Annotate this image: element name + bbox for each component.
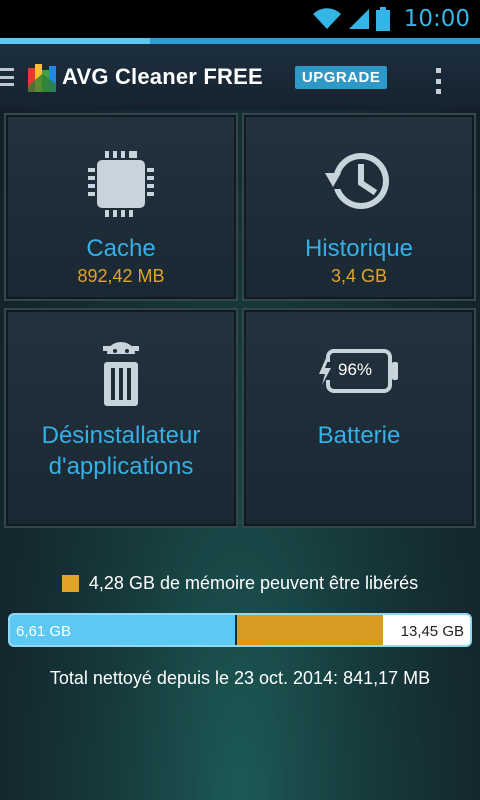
storage-legend: 4,28 GB de mémoire peuvent être libérés [0, 573, 480, 594]
storage-used-label: 6,61 GB [16, 623, 72, 640]
tile-history-value: 3,4 GB [330, 266, 388, 286]
tile-cache-label: Cache [86, 235, 156, 262]
action-bar: AVG Cleaner FREE UPGRADE [0, 38, 480, 110]
tile-uninstaller[interactable]: Désinstallateur d'applications [4, 308, 238, 528]
storage-bar: 6,61 GB 13,45 GB [8, 613, 472, 647]
accent-stripe [0, 38, 150, 44]
battery-icon: 96% [318, 348, 400, 394]
menu-icon[interactable] [0, 65, 16, 89]
tile-uninstaller-label-line1: Désinstallateur [41, 422, 201, 449]
battery-level-text: 96% [338, 360, 373, 379]
battery-status-icon [375, 7, 390, 31]
tile-uninstaller-label-line2: d'applications [48, 453, 194, 480]
legend-swatch [61, 575, 79, 592]
tile-cache[interactable]: Cache 892,42 MB [4, 113, 238, 301]
signal-icon [348, 9, 369, 29]
upgrade-button[interactable]: UPGRADE [294, 65, 388, 89]
storage-total-label: 13,45 GB [400, 623, 464, 640]
app-title: AVG Cleaner FREE [62, 64, 263, 89]
avg-logo-icon [28, 64, 56, 92]
tile-battery[interactable]: 96% Batterie [242, 308, 476, 528]
history-clock-icon [325, 153, 389, 209]
tile-cache-value: 892,42 MB [77, 266, 165, 286]
chip-icon [88, 151, 154, 217]
storage-freeable-segment [235, 615, 383, 645]
wifi-icon [312, 8, 341, 29]
tile-history[interactable]: Historique 3,4 GB [242, 113, 476, 301]
status-bar: 10:00 [0, 0, 480, 38]
legend-text: 4,28 GB de mémoire peuvent être libérés [88, 573, 419, 593]
tile-battery-label: Batterie [317, 422, 401, 449]
overflow-menu-icon[interactable] [436, 68, 442, 94]
total-cleaned-text: Total nettoyé depuis le 23 oct. 2014: 84… [49, 668, 431, 688]
status-clock: 10:00 [403, 6, 470, 32]
android-trash-icon [103, 342, 139, 406]
tile-history-label: Historique [304, 235, 414, 262]
